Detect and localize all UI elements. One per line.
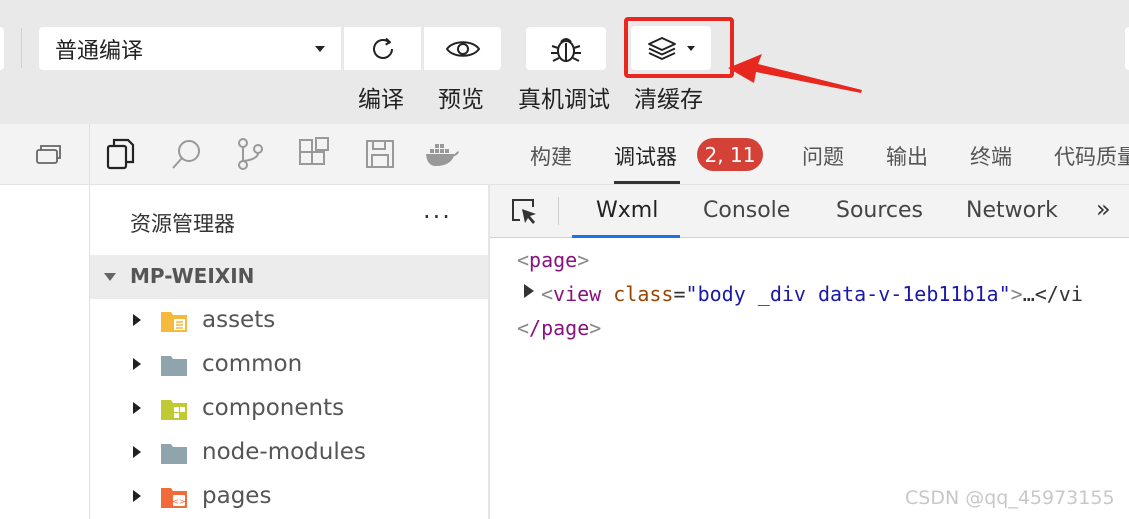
files-icon[interactable] [102,136,138,172]
wxml-node-page-close[interactable]: </page> [517,316,601,340]
inspect-element-icon[interactable] [509,196,539,226]
explorer-panel: 资源管理器 ··· MP-WEIXIN assets common compon… [90,185,488,519]
left-blank-panel [0,185,89,519]
docker-icon[interactable] [424,136,460,172]
folder-components-icon [161,400,187,420]
watermark: CSDN @qq_45973155 [905,487,1115,509]
chevron-right-icon [133,402,141,414]
expand-triangle-icon[interactable] [524,284,534,298]
tab-problems[interactable]: 问题 [802,141,844,171]
tab-debugger[interactable]: 调试器 [614,141,677,171]
project-root[interactable]: MP-WEIXIN [90,255,488,299]
source-control-icon[interactable] [232,136,268,172]
tree-item-label: pages [202,483,272,509]
toolbar-separator [21,28,22,68]
wxml-tree: <page> <view class="body _div data-v-1eb… [490,238,1129,519]
compile-label: 编译 [358,87,404,113]
toolbar-left-edge [0,27,4,70]
active-tab-indicator [614,181,680,184]
secondary-bar: 构建 调试器 2, 11 问题 输出 终端 代码质量 [0,124,1129,185]
tree-item-common[interactable]: common [90,343,488,387]
extensions-icon[interactable] [296,136,332,172]
search-icon[interactable] [168,136,204,172]
compile-mode-value: 普通编译 [55,38,144,64]
wxml-node-page-open[interactable]: <page> [517,248,589,272]
chevron-down-icon [315,45,325,52]
more-actions-button[interactable]: ··· [423,203,452,231]
window-restore-icon[interactable] [30,136,66,172]
remote-debug-label: 真机调试 [518,87,610,113]
remote-debug-button[interactable] [526,27,606,70]
bug-icon [551,37,581,62]
preview-button[interactable] [424,27,501,70]
tab-code-quality[interactable]: 代码质量 [1054,141,1129,171]
highlight-box [624,17,734,78]
explorer-title: 资源管理器 [130,212,235,236]
folder-assets-icon [161,312,187,332]
devtools-tab-console[interactable]: Console [703,198,790,223]
devtools-tab-network[interactable]: Network [966,198,1058,223]
tab-terminal[interactable]: 终端 [970,141,1012,171]
error-count-badge: 2, 11 [697,138,763,171]
tab-build[interactable]: 构建 [530,141,572,171]
folder-pages-icon: <> [161,488,187,508]
tree-item-assets[interactable]: assets [90,299,488,343]
devtools-panel: Wxml Console Sources Network » <page> <v… [490,185,1129,519]
eye-icon [445,40,480,57]
chevron-right-icon [133,446,141,458]
refresh-icon [372,37,393,59]
compile-mode-select[interactable]: 普通编译 [39,27,341,70]
tree-item-label: common [202,351,303,377]
tree-item-pages[interactable]: <> pages [90,475,488,519]
clear-cache-label: 清缓存 [634,87,703,113]
devtools-tab-wxml[interactable]: Wxml [596,198,658,223]
tree-item-node-modules[interactable]: node-modules [90,431,488,475]
project-name: MP-WEIXIN [130,264,255,288]
red-arrow-annotation [728,54,862,93]
more-tabs-icon[interactable]: » [1096,195,1111,223]
chevron-right-icon [133,314,141,326]
tree-item-components[interactable]: components [90,387,488,431]
devtools-tab-sources[interactable]: Sources [836,198,923,223]
toolbar-right-edge [1125,27,1129,70]
devtools-separator [558,197,559,225]
chevron-right-icon [133,490,141,502]
folder-icon [161,356,187,376]
preview-label: 预览 [438,87,484,113]
tree-item-label: node-modules [202,439,366,465]
compile-button[interactable] [344,27,421,70]
tree-item-label: assets [202,307,276,333]
top-toolbar: 普通编译 编译 预览 真机调试 清缓存 [0,0,1129,124]
svg-text:<>: <> [172,497,185,506]
tab-output[interactable]: 输出 [886,141,928,171]
save-icon[interactable] [362,136,398,172]
tree-item-label: components [202,395,345,421]
chevron-down-icon [104,273,116,281]
folder-icon [161,444,187,464]
devtools-tabbar: Wxml Console Sources Network » [490,185,1129,238]
wxml-node-view[interactable]: <view class="body _div data-v-1eb11b1a">… [541,282,1083,306]
chevron-right-icon [133,358,141,370]
